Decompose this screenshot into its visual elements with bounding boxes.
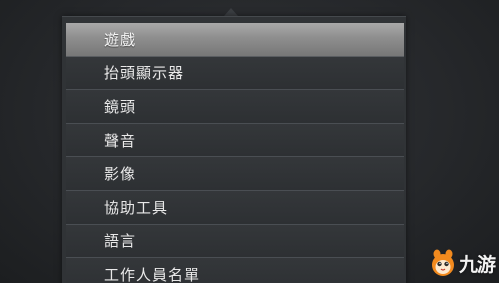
menu-item-camera[interactable]: 鏡頭 <box>66 90 404 124</box>
menu-item-label: 鏡頭 <box>104 97 137 116</box>
menu-item-hud[interactable]: 抬頭顯示器 <box>66 56 404 91</box>
menu-pointer-arrow <box>224 8 238 16</box>
menu-item-label: 工作人員名單 <box>104 265 201 283</box>
mascot-icon <box>430 249 456 277</box>
menu-item-label: 影像 <box>104 165 137 184</box>
menu-item-game[interactable]: 遊戲 <box>66 23 404 57</box>
menu-item-accessibility[interactable]: 協助工具 <box>66 190 404 225</box>
settings-menu-list: 遊戲 抬頭顯示器 鏡頭 聲音 影像 協助工具 語言 工作人員名單 <box>66 23 404 283</box>
menu-item-credits[interactable]: 工作人員名單 <box>66 258 404 283</box>
watermark-text: 九游 <box>458 254 496 276</box>
menu-item-label: 遊戲 <box>104 30 137 49</box>
watermark-logo: 九游 <box>430 249 496 277</box>
menu-item-label: 協助工具 <box>104 198 169 217</box>
settings-screen: 遊戲 抬頭顯示器 鏡頭 聲音 影像 協助工具 語言 工作人員名單 九游 <box>0 0 499 283</box>
menu-item-label: 聲音 <box>104 131 137 150</box>
menu-item-video[interactable]: 影像 <box>66 157 404 191</box>
menu-item-label: 抬頭顯示器 <box>104 64 185 83</box>
menu-item-audio[interactable]: 聲音 <box>66 123 404 158</box>
menu-item-language[interactable]: 語言 <box>66 224 404 259</box>
menu-item-label: 語言 <box>104 232 137 251</box>
